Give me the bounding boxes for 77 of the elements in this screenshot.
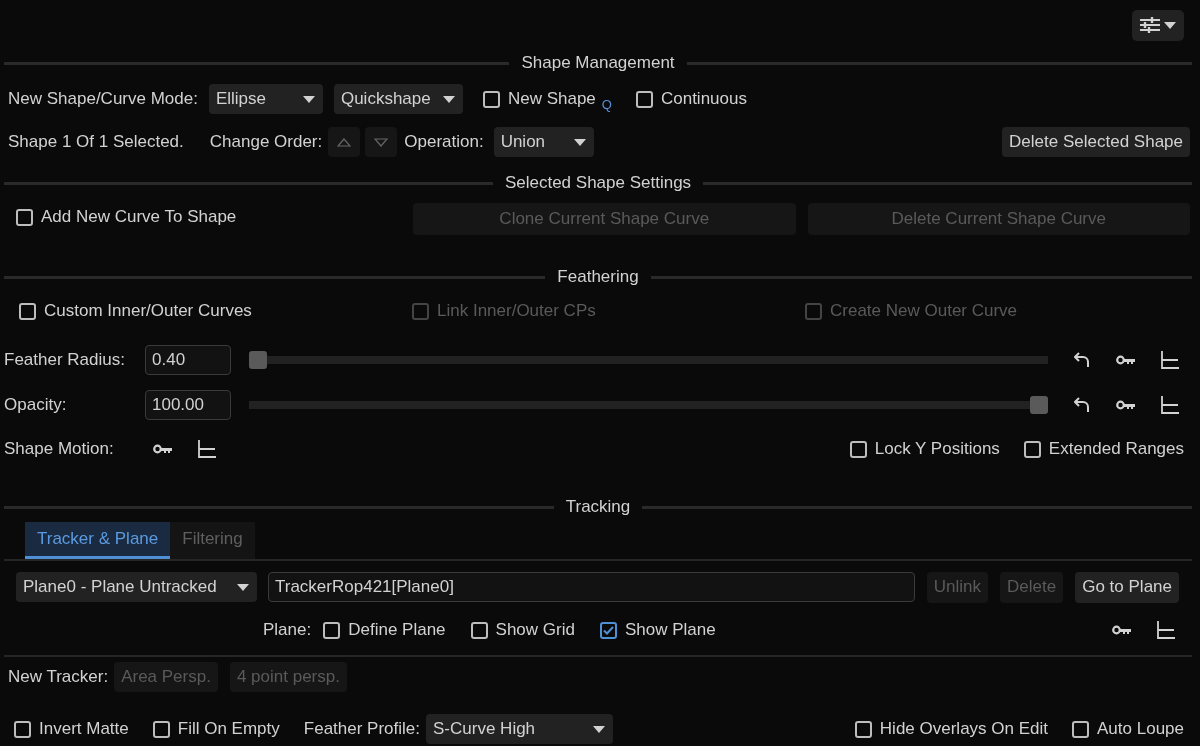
undo-icon[interactable] xyxy=(1073,397,1091,413)
checkbox[interactable] xyxy=(14,720,31,738)
section-title: Feathering xyxy=(556,267,640,287)
key-icon[interactable] xyxy=(153,444,173,454)
field-label: Opacity: xyxy=(4,395,68,415)
field-label: New Tracker: xyxy=(8,667,109,687)
dropdown[interactable]: Quickshape xyxy=(333,84,463,114)
field-label: New Shape/Curve Mode: xyxy=(8,89,198,109)
checkbox-label: Custom Inner/Outer Curves xyxy=(44,301,252,322)
checkbox[interactable] xyxy=(599,621,617,639)
checkbox-label: Invert Matte xyxy=(39,719,129,739)
section-title: Selected Shape Settings xyxy=(503,173,693,193)
checkbox-label: Lock Y Positions xyxy=(874,439,1000,459)
graph-editor-icon[interactable] xyxy=(1161,396,1179,414)
dropdown[interactable]: S-Curve High xyxy=(426,714,614,744)
key-icon[interactable] xyxy=(1112,625,1132,635)
checkbox[interactable] xyxy=(19,302,36,320)
checkmark-icon xyxy=(602,625,614,635)
checkbox-label: Define Plane xyxy=(348,620,446,640)
tab[interactable]: Tracker & Plane xyxy=(25,522,171,559)
delete-selected-shape-button[interactable]: Delete Selected Shape xyxy=(1002,127,1190,157)
checkbox[interactable] xyxy=(482,90,500,108)
checkbox-label: Continuous xyxy=(660,89,747,109)
caret-icon xyxy=(302,95,315,103)
caret-icon xyxy=(442,95,455,103)
caret-icon xyxy=(593,725,606,733)
graph-editor-icon[interactable] xyxy=(198,440,216,458)
field-label: Plane: xyxy=(263,620,312,640)
field-label: Change Order: xyxy=(209,132,323,152)
dropdown[interactable]: Ellipse xyxy=(208,84,323,114)
checkbox[interactable] xyxy=(152,720,170,738)
slider-thumb[interactable] xyxy=(249,351,267,369)
sliders-icon xyxy=(1140,17,1160,33)
tracker-button[interactable]: Go to Plane xyxy=(1075,571,1179,603)
caret-icon xyxy=(237,583,249,591)
checkbox[interactable] xyxy=(1072,720,1090,738)
settings-menu-button[interactable] xyxy=(1132,9,1184,41)
slider-thumb[interactable] xyxy=(1030,396,1048,414)
selection-status: Shape 1 Of 1 Selected. xyxy=(8,132,184,152)
number-field[interactable]: 100.00 xyxy=(145,390,231,420)
checkbox[interactable] xyxy=(323,621,341,639)
checkbox[interactable] xyxy=(854,720,872,738)
number-field[interactable]: 0.40 xyxy=(145,345,231,375)
hotkey-hint: Q xyxy=(601,96,612,112)
key-icon[interactable] xyxy=(1116,400,1136,410)
checkbox-label: Show Plane xyxy=(624,620,716,640)
field-label: Feather Profile: xyxy=(303,719,421,739)
checkbox-label: Fill On Empty xyxy=(177,719,280,739)
checkbox[interactable] xyxy=(1023,440,1041,458)
triangle-up-icon xyxy=(337,138,352,147)
checkbox[interactable] xyxy=(16,208,33,226)
dropdown[interactable]: Plane0 - Plane Untracked xyxy=(16,572,257,602)
checkbox[interactable] xyxy=(849,440,867,458)
checkbox-label: New Shape xyxy=(507,89,596,109)
graph-editor-icon[interactable] xyxy=(1157,621,1175,639)
checkbox-label: Hide Overlays On Edit xyxy=(879,719,1049,739)
undo-icon[interactable] xyxy=(1073,352,1091,368)
checkbox-label: Extended Ranges xyxy=(1048,439,1184,459)
field-label: Operation: xyxy=(404,132,484,152)
section-title: Tracking xyxy=(564,497,632,517)
field-label: Feather Radius: xyxy=(4,350,126,370)
checkbox-label: Create New Outer Curve xyxy=(830,301,1018,322)
triangle-down-icon xyxy=(374,138,389,147)
key-icon[interactable] xyxy=(1116,355,1136,365)
caret-icon xyxy=(1164,21,1176,29)
checkbox-label: Show Grid xyxy=(495,620,575,640)
checkbox-label: Add New Curve To Shape xyxy=(41,207,237,228)
dropdown[interactable]: Union xyxy=(493,127,594,157)
graph-editor-icon[interactable] xyxy=(1161,351,1179,369)
checkbox[interactable] xyxy=(470,621,488,639)
caret-icon xyxy=(573,138,586,146)
checkbox-label: Auto Loupe xyxy=(1097,719,1184,739)
checkbox[interactable] xyxy=(635,90,653,108)
field-label: Shape Motion: xyxy=(4,439,115,459)
section-title: Shape Management xyxy=(520,53,676,73)
tracker-name-field[interactable]: TrackerRop421[Plane0] xyxy=(268,572,915,602)
checkbox-label: Link Inner/Outer CPs xyxy=(437,301,596,322)
